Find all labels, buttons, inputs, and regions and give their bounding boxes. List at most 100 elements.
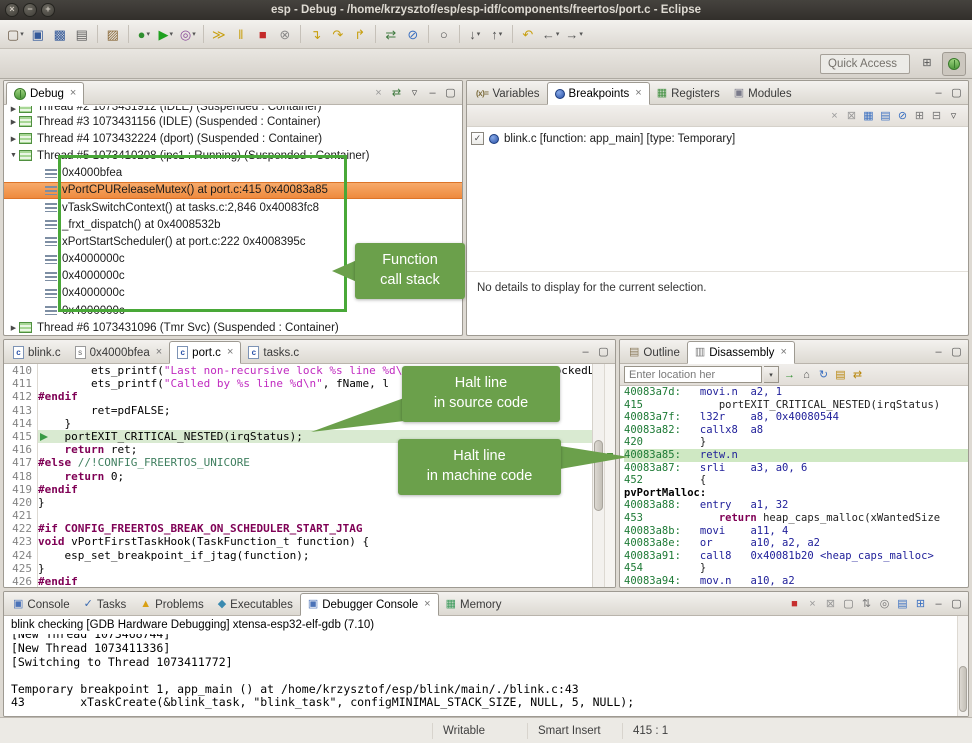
tab-debug[interactable]: Debug× <box>6 82 84 105</box>
thread-row[interactable]: ▶Thread #3 1073431156 (IDLE) (Suspended … <box>4 113 462 130</box>
view-menu-icon[interactable]: ▿ <box>945 107 962 124</box>
resume-button[interactable]: ≫ <box>209 23 229 45</box>
suspend-button[interactable]: ‖ <box>231 23 251 45</box>
console-body[interactable]: blink checking [GDB Hardware Debugging] … <box>4 616 968 716</box>
save-all-button[interactable]: ▩ <box>50 23 70 45</box>
goto-pc-icon[interactable]: → <box>781 366 798 383</box>
remove-all-terminated-icon[interactable]: × <box>370 84 387 101</box>
thread-row[interactable]: ▶Thread #6 1073431096 (Tmr Svc) (Suspend… <box>4 319 462 335</box>
step-into-button[interactable]: ↴ <box>306 23 326 45</box>
scrollbar-thumb[interactable] <box>594 440 603 511</box>
maximize-icon[interactable]: ▢ <box>948 84 965 101</box>
tab-debugger-console[interactable]: ▣Debugger Console× <box>300 593 439 616</box>
minimize-icon[interactable]: – <box>930 343 947 360</box>
tab-port-c[interactable]: cport.c× <box>169 341 241 364</box>
expand-arrow-icon[interactable]: ▶ <box>8 324 19 332</box>
tab-tasks[interactable]: ✓Tasks <box>77 593 134 616</box>
tab-problems[interactable]: ▲Problems <box>133 593 210 616</box>
tab-console[interactable]: ▣Console <box>6 593 77 616</box>
console-scrollbar[interactable] <box>957 616 968 716</box>
next-annotation-button[interactable]: ↓▾ <box>465 23 485 45</box>
stack-frame-row[interactable]: 0x4000bfea <box>4 165 462 182</box>
search-button[interactable]: ○ <box>434 23 454 45</box>
editor-vertical-scrollbar[interactable] <box>592 364 604 587</box>
console-scrollbar-thumb[interactable] <box>959 666 967 712</box>
previous-annotation-button[interactable]: ↑▾ <box>487 23 507 45</box>
tab-0x4000bfea[interactable]: s0x4000bfea× <box>68 341 170 364</box>
thread-row[interactable]: ▶Thread #2 1073431912 (IDLE) (Suspended … <box>4 106 462 113</box>
forward-button[interactable]: →▾ <box>563 23 585 45</box>
step-over-button[interactable]: ↷ <box>328 23 348 45</box>
tab-blink-c[interactable]: cblink.c <box>6 341 68 364</box>
location-dropdown-icon[interactable]: ▾ <box>764 366 779 383</box>
tab-executables[interactable]: ◆Executables <box>211 593 300 616</box>
tab-tasks-c[interactable]: ctasks.c <box>241 341 306 364</box>
thread-row[interactable]: ▶Thread #4 1073432224 (dport) (Suspended… <box>4 130 462 147</box>
back-button[interactable]: ←▾ <box>540 23 562 45</box>
pin-console-icon[interactable]: ◎ <box>876 595 893 612</box>
breakpoint-list[interactable]: ✓blink.c [function: app_main] [type: Tem… <box>467 127 968 271</box>
open-perspective-button[interactable]: ⊞ <box>915 52 939 76</box>
run-button[interactable]: ▶▾ <box>156 23 176 45</box>
terminate-icon[interactable]: ■ <box>786 595 803 612</box>
collapse-all-icon[interactable]: ⊟ <box>928 107 945 124</box>
tab-close-icon[interactable]: × <box>424 599 430 610</box>
minimize-icon[interactable]: – <box>424 84 441 101</box>
tab-modules[interactable]: ▣Modules <box>727 82 799 105</box>
breakpoint-row[interactable]: ✓blink.c [function: app_main] [type: Tem… <box>471 130 964 147</box>
minimize-icon[interactable]: – <box>577 343 594 360</box>
build-button[interactable]: ▨ <box>103 23 123 45</box>
tab-close-icon[interactable]: × <box>156 347 162 358</box>
editor-overview-ruler[interactable] <box>604 364 615 587</box>
expand-arrow-icon[interactable]: ▶ <box>8 135 19 143</box>
tab-close-icon[interactable]: × <box>635 88 641 99</box>
instruction-stepping-button[interactable]: ⇄ <box>381 23 401 45</box>
scroll-lock-icon[interactable]: ⇅ <box>858 595 875 612</box>
minimize-icon[interactable]: – <box>930 595 947 612</box>
step-return-button[interactable]: ↱ <box>350 23 370 45</box>
sync-with-debug-icon[interactable]: ⇄ <box>849 366 866 383</box>
expand-arrow-icon[interactable]: ▶ <box>8 106 19 113</box>
go-to-file-for-breakpoint-icon[interactable]: ▤ <box>877 107 894 124</box>
maximize-icon[interactable]: ▢ <box>442 84 459 101</box>
stack-frame-row[interactable]: _frxt_dispatch() at 0x4008532b <box>4 216 462 233</box>
external-tools-button[interactable]: ◎▾ <box>178 23 198 45</box>
skip-all-breakpoints-icon[interactable]: ⊘ <box>894 107 911 124</box>
stack-frame-row[interactable]: vPortCPUReleaseMutex() at port.c:415 0x4… <box>4 182 462 199</box>
show-source-icon[interactable]: ▤ <box>832 366 849 383</box>
tab-breakpoints[interactable]: Breakpoints× <box>547 82 650 105</box>
tab-registers[interactable]: ▦Registers <box>650 82 727 105</box>
last-edit-location-button[interactable]: ↶ <box>518 23 538 45</box>
stack-frame-row[interactable]: vTaskSwitchContext() at tasks.c:2,846 0x… <box>4 199 462 216</box>
tab-close-icon[interactable]: × <box>70 88 76 99</box>
overview-halt-mark[interactable] <box>607 453 613 458</box>
maximize-icon[interactable]: ▢ <box>595 343 612 360</box>
quick-access-button[interactable]: Quick Access <box>820 54 910 74</box>
debug-button[interactable]: ●▾ <box>134 23 154 45</box>
stack-frame-row[interactable]: 0x4000000c <box>4 302 462 319</box>
new-wizard-button[interactable]: ▢▾ <box>5 23 26 45</box>
clear-console-icon[interactable]: ▢ <box>840 595 857 612</box>
terminate-button[interactable]: ■ <box>253 23 273 45</box>
print-button[interactable]: ▤ <box>72 23 92 45</box>
remove-breakpoint-icon[interactable]: × <box>826 107 843 124</box>
breakpoint-checkbox[interactable]: ✓ <box>471 132 484 145</box>
goto-address-icon[interactable]: ⌂ <box>798 366 815 383</box>
skip-all-breakpoints-button[interactable]: ⊘ <box>403 23 423 45</box>
debug-tree[interactable]: ▶Thread #2 1073431912 (IDLE) (Suspended … <box>4 105 462 335</box>
instruction-stepping-mode-icon[interactable]: ⇄ <box>388 84 405 101</box>
maximize-icon[interactable]: ▢ <box>948 595 965 612</box>
disconnect-button[interactable]: ⊗ <box>275 23 295 45</box>
view-menu-icon[interactable]: ▿ <box>406 84 423 101</box>
maximize-window-button[interactable]: + <box>41 3 55 17</box>
remove-launch-icon[interactable]: × <box>804 595 821 612</box>
tab-memory[interactable]: ▦Memory <box>439 593 509 616</box>
tab-disassembly[interactable]: ▥Disassembly× <box>687 341 795 364</box>
maximize-icon[interactable]: ▢ <box>948 343 965 360</box>
expand-arrow-icon[interactable]: ▶ <box>8 118 19 126</box>
tab-close-icon[interactable]: × <box>227 347 233 358</box>
thread-row[interactable]: ▼Thread #5 1073410208 (ipc1 : Running) (… <box>4 147 462 164</box>
tab-outline[interactable]: ▤Outline <box>622 341 687 364</box>
disasm-lines[interactable]: 40083a7d: movi.n a2, 1415 portEXIT_CRITI… <box>620 386 968 587</box>
tab-variables[interactable]: (x)=Variables <box>469 82 547 105</box>
